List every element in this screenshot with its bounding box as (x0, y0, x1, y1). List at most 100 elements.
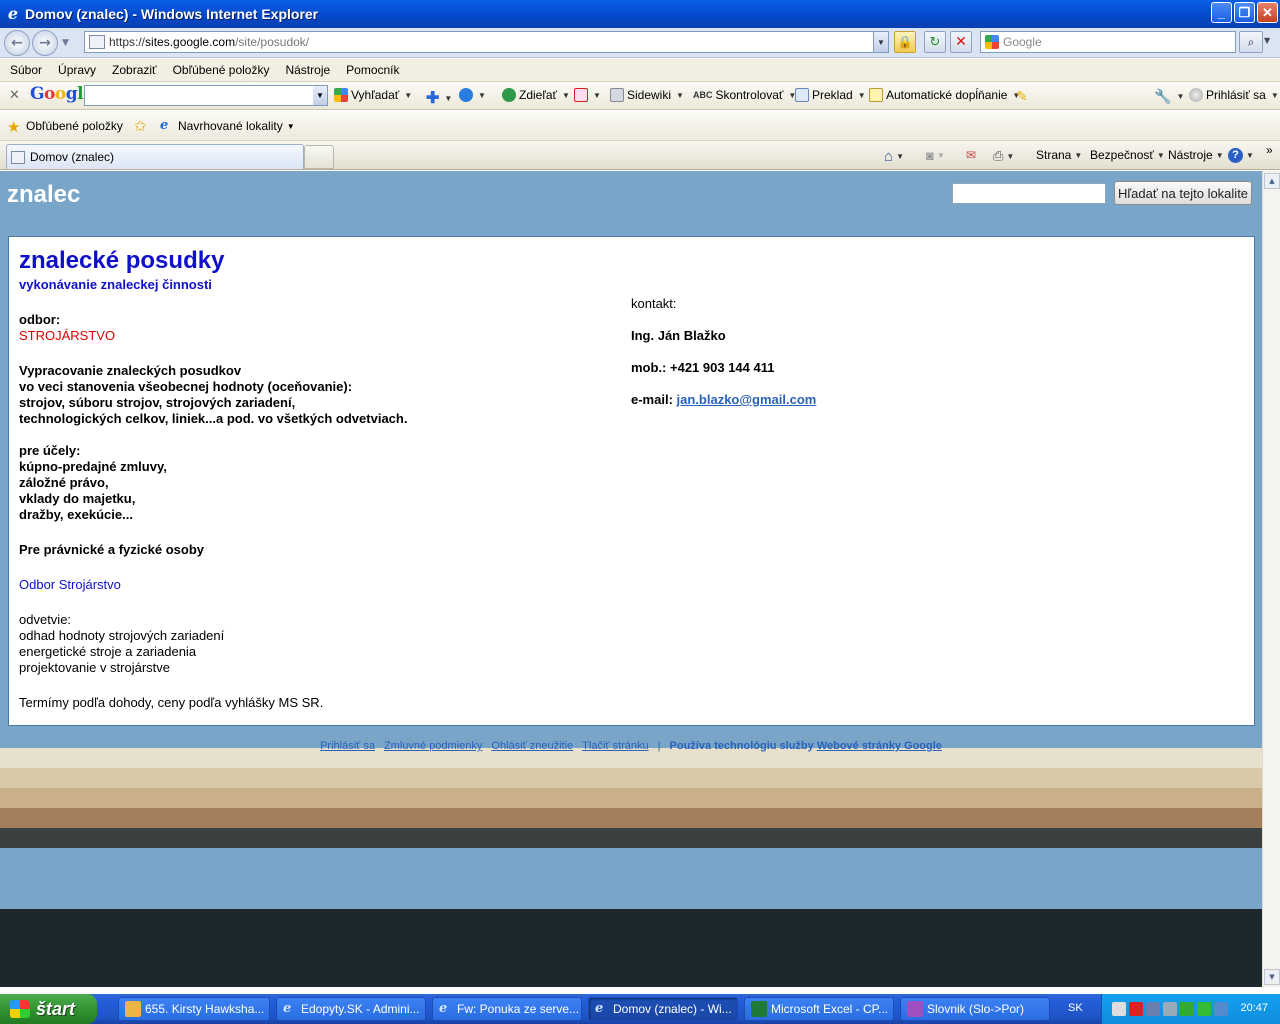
contact-label: kontakt: (631, 296, 677, 311)
favorites-button[interactable]: Obľúbené položky (26, 119, 123, 133)
page-menu-label: Strana (1036, 148, 1072, 162)
purposes-line: záložné právo, (19, 475, 109, 490)
close-button[interactable]: ✕ (1257, 2, 1278, 23)
minimize-button[interactable]: _ (1211, 2, 1232, 23)
site-search-input[interactable] (952, 183, 1106, 204)
home-button[interactable]: ⌂ ▼ (884, 148, 904, 165)
scroll-up-arrow-icon[interactable]: ▲ (1264, 173, 1280, 189)
print-button[interactable]: ⎙ ▼ (993, 148, 1014, 164)
site-search-button[interactable]: Hľadať na tejto lokalite (1114, 181, 1252, 205)
page-heading: znalecké posudky (19, 247, 225, 274)
recent-pages-dropdown[interactable]: ▼ (62, 38, 69, 48)
vertical-scrollbar[interactable]: ▲ ▼ (1262, 171, 1280, 987)
feeds-button[interactable]: ◙ ▼ (926, 148, 945, 163)
taskbar-item[interactable]: e Edopyty.SK - Admini... (276, 997, 426, 1021)
refresh-button[interactable]: ↻ (924, 31, 946, 53)
menu-tools[interactable]: Nástroje (277, 63, 338, 77)
toolbar-signin-button[interactable]: Prihlásiť sa ▼ (1189, 88, 1279, 102)
menu-favorites[interactable]: Obľúbené položky (165, 63, 278, 77)
share-icon (502, 88, 516, 102)
footer-print-link[interactable]: Tlačiť stránku (582, 740, 648, 752)
tray-icon[interactable] (1112, 1002, 1126, 1016)
google-sites-link[interactable]: Webové stránky Google (817, 740, 942, 752)
tray-icon[interactable] (1197, 1002, 1211, 1016)
spellcheck-icon: ABC (693, 90, 713, 100)
toolbar-translate-button[interactable]: Preklad ▼ (795, 88, 866, 102)
menu-view[interactable]: Zobraziť (104, 63, 165, 77)
taskbar-item[interactable]: 655. Kirsty Hawksha... (118, 997, 270, 1021)
toolbar-spellcheck-label: Skontrolovať (715, 88, 784, 102)
stop-button[interactable]: ✕ (950, 31, 972, 53)
toolbar-settings-button[interactable]: 🔧 ▼ (1154, 88, 1184, 105)
browser-search-input[interactable]: Google (980, 31, 1236, 53)
email-link[interactable]: jan.blazko@gmail.com (677, 392, 817, 407)
back-button[interactable]: ← (4, 30, 30, 56)
footer-report-link[interactable]: Ohlásiť zneužitie (491, 740, 573, 752)
start-button[interactable]: štart (0, 994, 97, 1024)
toolbar-sidewiki-label: Sidewiki (627, 88, 672, 102)
toolbar-spellcheck-button[interactable]: ABC Skontrolovať ▼ (693, 88, 796, 102)
toolbar-highlight-button[interactable]: ✎ (1016, 88, 1028, 105)
suggested-sites-button[interactable]: e Navrhované lokality ▼ (160, 119, 295, 134)
new-tab-button[interactable] (304, 145, 334, 169)
tools-menu[interactable]: Nástroje ▼ (1168, 148, 1224, 162)
odbor-link[interactable]: Odbor Strojárstvo (19, 577, 121, 593)
site-title[interactable]: znalec (7, 181, 80, 209)
footer-terms-link[interactable]: Zmluvné podmienky (384, 740, 482, 752)
taskbar-item-active[interactable]: e Domov (znalec) - Wi... (588, 997, 738, 1021)
toolbar-add-button[interactable]: ✚ ▼ (426, 88, 452, 108)
toolbar-popup-blocker[interactable]: ▼ (574, 88, 601, 102)
language-indicator[interactable]: SK (1068, 1002, 1083, 1014)
more-commands-chevron[interactable]: » (1266, 143, 1273, 157)
purposes-line: dražby, exekúcie... (19, 507, 133, 522)
tray-icon[interactable] (1214, 1002, 1228, 1016)
search-options-dropdown[interactable]: ▼ (1264, 36, 1270, 45)
help-button[interactable]: ? ▼ (1228, 148, 1254, 163)
tray-icon[interactable] (1146, 1002, 1160, 1016)
forward-button[interactable]: → (32, 30, 58, 56)
address-dropdown-icon[interactable]: ▼ (873, 32, 888, 52)
taskbar-item[interactable]: Slovnik (Slo->Por) (900, 997, 1050, 1021)
toolbar-signin-label: Prihlásiť sa (1206, 88, 1266, 102)
scroll-down-arrow-icon[interactable]: ▼ (1264, 969, 1280, 985)
safety-menu[interactable]: Bezpečnosť ▼ (1090, 148, 1165, 162)
toolbar-chat-button[interactable]: ▼ (459, 88, 486, 102)
search-icon[interactable]: ⌕ (1239, 31, 1263, 53)
contact-mobile: mob.: +421 903 144 411 (631, 360, 775, 375)
lock-icon[interactable]: 🔒 (894, 31, 916, 53)
toolbar-sidewiki-button[interactable]: Sidewiki ▼ (610, 88, 684, 102)
google-icon (985, 35, 999, 49)
url-path: /site/posudok/ (235, 35, 310, 49)
tab-home[interactable]: Domov (znalec) (6, 144, 304, 169)
tray-icon[interactable] (1180, 1002, 1194, 1016)
maximize-button[interactable]: ❐ (1234, 2, 1255, 23)
chevron-down-icon[interactable]: ▼ (313, 86, 327, 105)
toolbar-translate-label: Preklad (812, 88, 853, 102)
close-toolbar-icon[interactable]: ✕ (9, 87, 20, 103)
translate-icon (795, 88, 809, 102)
toolbar-autofill-button[interactable]: Automatické dopĺňanie ▼ (869, 88, 1020, 102)
address-bar[interactable]: https://sites.google.com/site/posudok/ ▼ (84, 31, 889, 53)
email-label: e-mail: (631, 392, 677, 407)
taskbar-item[interactable]: e Fw: Ponuka ze serve... (432, 997, 582, 1021)
page-menu[interactable]: Strana ▼ (1036, 148, 1082, 162)
toolbar-share-button[interactable]: Zdieľať ▼ (502, 88, 570, 102)
chat-icon (459, 88, 473, 102)
google-toolbar-search-input[interactable]: ▼ (84, 85, 328, 106)
add-favorite-icon[interactable]: ✩ (134, 117, 147, 135)
branches-line: odvetvie: (19, 612, 72, 627)
menu-file[interactable]: Súbor (2, 63, 50, 77)
taskbar-item[interactable]: Microsoft Excel - CP... (744, 997, 894, 1021)
url-scheme: https:// (109, 35, 146, 49)
page-icon (11, 150, 25, 164)
tab-row: Domov (znalec) ⌂ ▼ ◙ ▼ ✉ ⎙ ▼ Strana ▼ Bezpeč… (0, 141, 1280, 170)
footer-powered-text: Používa technológiu služby Webové stránk… (670, 740, 942, 752)
tray-icon[interactable] (1163, 1002, 1177, 1016)
toolbar-search-button[interactable]: Vyhľadať ▼ (334, 88, 412, 102)
menu-help[interactable]: Pomocník (338, 63, 407, 77)
footer-signin-link[interactable]: Prihlásiť sa (320, 740, 375, 752)
tray-icon[interactable] (1129, 1002, 1143, 1016)
mail-button[interactable]: ✉ (966, 148, 976, 162)
menu-edit[interactable]: Úpravy (50, 63, 104, 77)
main-content: znalecké posudky vykonávanie znaleckej č… (8, 236, 1255, 726)
